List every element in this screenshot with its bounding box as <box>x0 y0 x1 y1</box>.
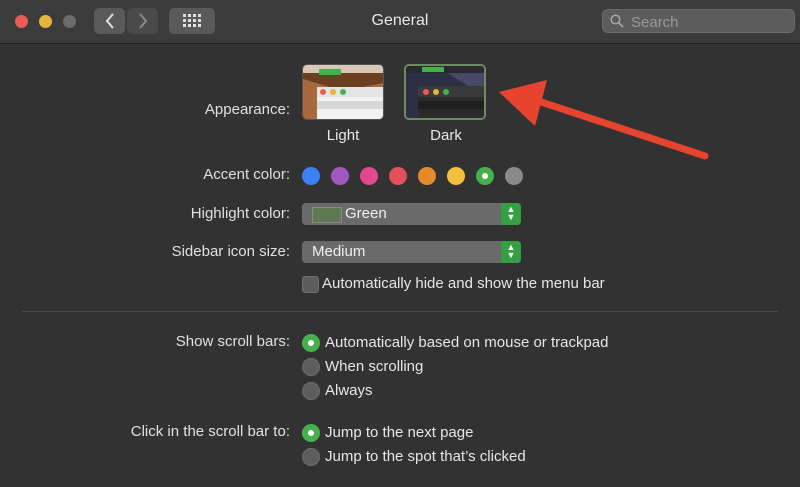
highlight-color-value: Green <box>345 205 387 222</box>
show-scroll-bars-label: Show scroll bars: <box>175 333 290 350</box>
stepper-icon: ▲ ▼ <box>501 241 521 263</box>
appearance-label: Appearance: <box>204 101 290 118</box>
accent-color-label: Accent color: <box>203 166 290 183</box>
appearance-light-option[interactable] <box>302 64 384 120</box>
highlight-color-label: Highlight color: <box>190 205 290 222</box>
menubar-autohide-label: Automatically hide and show the menu bar <box>322 275 605 292</box>
scroll-bars-always-label: Always <box>325 382 373 399</box>
accent-red-swatch[interactable] <box>389 167 407 185</box>
appearance-dark-label: Dark <box>430 127 462 144</box>
click-next-page-label: Jump to the next page <box>325 424 474 441</box>
highlight-color-popup[interactable]: Green ▲ ▼ <box>302 203 521 225</box>
scroll-bars-always-radio[interactable] <box>302 382 320 400</box>
search-input[interactable] <box>629 12 793 32</box>
highlight-swatch <box>312 207 342 223</box>
accent-graphite-swatch[interactable] <box>505 167 523 185</box>
sidebar-icon-size-value: Medium <box>312 243 366 260</box>
accent-pink-swatch[interactable] <box>360 167 378 185</box>
dark-preview-image <box>406 66 484 118</box>
sidebar-icon-size-popup[interactable]: Medium ▲ ▼ <box>302 241 521 263</box>
red-arrow-annotation <box>499 80 709 160</box>
accent-blue-swatch[interactable] <box>302 167 320 185</box>
scroll-bars-auto-label: Automatically based on mouse or trackpad <box>325 334 609 351</box>
appearance-dark-option[interactable] <box>404 64 486 120</box>
accent-yellow-swatch[interactable] <box>447 167 465 185</box>
scroll-bars-when-scrolling-radio[interactable] <box>302 358 320 376</box>
selected-dot <box>483 174 487 178</box>
click-scroll-bar-label: Click in the scroll bar to: <box>130 423 290 440</box>
click-jump-spot-radio[interactable] <box>302 448 320 466</box>
search-field[interactable] <box>602 9 795 33</box>
sidebar-icon-size-label: Sidebar icon size: <box>171 243 290 260</box>
accent-green-swatch[interactable] <box>476 167 494 185</box>
click-jump-spot-label: Jump to the spot that’s clicked <box>325 448 526 465</box>
menubar-autohide-checkbox[interactable] <box>302 276 319 293</box>
section-divider <box>22 311 778 312</box>
scroll-bars-auto-radio[interactable] <box>302 334 320 352</box>
accent-orange-swatch[interactable] <box>418 167 436 185</box>
click-next-page-radio[interactable] <box>302 424 320 442</box>
stepper-icon: ▲ ▼ <box>501 203 521 225</box>
search-icon <box>610 14 624 28</box>
scroll-bars-when-scrolling-label: When scrolling <box>325 358 424 375</box>
appearance-light-label: Light <box>326 127 360 144</box>
light-preview-image <box>303 65 383 119</box>
accent-purple-swatch[interactable] <box>331 167 349 185</box>
